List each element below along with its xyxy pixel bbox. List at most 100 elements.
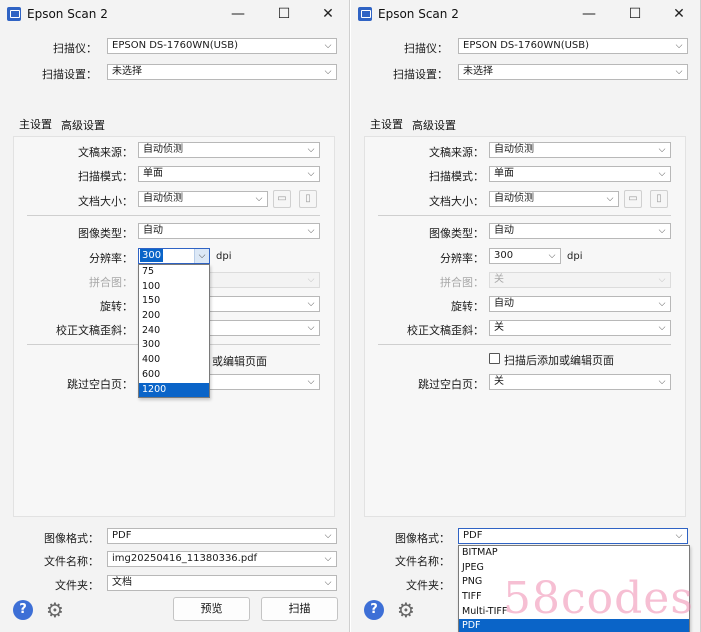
image-format-select[interactable]: PDF ⌵ (458, 528, 688, 544)
section-divider (378, 215, 671, 216)
section-divider (27, 215, 320, 216)
help-icon[interactable]: ? (13, 600, 33, 620)
rotate-label: 旋转： (100, 300, 133, 313)
resolution-option[interactable]: 600 (139, 368, 209, 383)
source-value: 自动侦测 (143, 144, 183, 155)
title-bar[interactable]: Epson Scan 2 — ☐ ✕ (0, 0, 349, 30)
resolution-option[interactable]: 300 (139, 338, 209, 353)
document-size-select[interactable]: 自动侦测 ⌵ (138, 191, 268, 207)
chevron-down-icon: ⌵ (658, 275, 666, 285)
chevron-down-icon: ⌵ (675, 67, 683, 77)
skip-blank-select[interactable]: 关 ⌵ (489, 374, 671, 390)
resolution-option[interactable]: 150 (139, 294, 209, 309)
paper-landscape-icon[interactable]: ▭ (273, 190, 291, 208)
resolution-option[interactable]: 75 (139, 265, 209, 280)
image-format-option[interactable]: BITMAP (459, 546, 689, 561)
image-type-value: 自动 (143, 225, 163, 236)
close-button[interactable]: ✕ (666, 3, 692, 25)
resolution-combobox[interactable]: 300 ⌵ (489, 248, 561, 264)
resolution-option[interactable]: 240 (139, 324, 209, 339)
chevron-down-icon: ⌵ (324, 554, 332, 564)
source-select[interactable]: 自动侦测 ⌵ (489, 142, 671, 158)
document-size-value: 自动侦测 (143, 193, 183, 204)
paper-portrait-icon[interactable]: ▯ (299, 190, 317, 208)
paper-landscape-icon[interactable]: ▭ (624, 190, 642, 208)
scan-settings-value: 未选择 (112, 66, 142, 77)
rotate-select[interactable]: 自动 ⌵ (489, 296, 671, 312)
chevron-down-icon: ⌵ (307, 275, 315, 285)
gear-icon[interactable]: ⚙ (396, 600, 416, 620)
image-type-select[interactable]: 自动 ⌵ (489, 223, 671, 239)
resolution-combobox[interactable]: 300 ⌵ (138, 248, 210, 264)
scan-mode-value: 单面 (494, 168, 514, 179)
resolution-option[interactable]: 100 (139, 280, 209, 295)
dpi-unit: dpi (567, 251, 583, 262)
tab-advanced-settings[interactable]: 高级设置 (412, 117, 456, 133)
deskew-select[interactable]: 关 ⌵ (489, 320, 671, 336)
title-bar[interactable]: Epson Scan 2 — ☐ ✕ (351, 0, 700, 30)
paper-portrait-icon[interactable]: ▯ (650, 190, 668, 208)
image-format-label: 图像格式： (395, 532, 450, 545)
chevron-down-icon[interactable]: ⌵ (194, 249, 209, 263)
scan-button[interactable]: 扫描 (261, 597, 338, 621)
scanner-select[interactable]: EPSON DS-1760WN(USB) ⌵ (107, 38, 337, 54)
add-edit-pages-label[interactable]: 或编辑页面 (212, 353, 267, 369)
help-icon[interactable]: ? (364, 600, 384, 620)
chevron-down-icon: ⌵ (324, 41, 332, 51)
scan-settings-label: 扫描设置： (393, 68, 448, 81)
gear-icon[interactable]: ⚙ (45, 600, 65, 620)
scan-settings-label: 扫描设置： (42, 68, 97, 81)
epson-scan-window-right: Epson Scan 2 — ☐ ✕ 扫描仪： EPSON DS-1760WN(… (351, 0, 701, 632)
resolution-option[interactable]: 200 (139, 309, 209, 324)
maximize-button[interactable]: ☐ (622, 3, 648, 25)
window-title: Epson Scan 2 (27, 7, 108, 21)
close-button[interactable]: ✕ (315, 3, 341, 25)
chevron-down-icon: ⌵ (606, 194, 614, 204)
source-select[interactable]: 自动侦测 ⌵ (138, 142, 320, 158)
scan-mode-select[interactable]: 单面 ⌵ (489, 166, 671, 182)
skip-blank-label: 跳过空白页： (67, 378, 133, 391)
add-edit-pages-label[interactable]: 扫描后添加或编辑页面 (504, 352, 614, 368)
resolution-option[interactable]: 400 (139, 353, 209, 368)
folder-select[interactable]: 文档 ⌵ (107, 575, 337, 591)
rotate-label: 旋转： (451, 300, 484, 313)
image-format-value: PDF (112, 530, 132, 541)
dpi-unit: dpi (216, 251, 232, 262)
file-name-label: 文件名称： (44, 555, 99, 568)
file-name-select[interactable]: img20250416_11380336.pdf ⌵ (107, 551, 337, 567)
chevron-down-icon: ⌵ (324, 578, 332, 588)
maximize-button[interactable]: ☐ (271, 3, 297, 25)
section-divider (378, 344, 671, 345)
image-type-select[interactable]: 自动 ⌵ (138, 223, 320, 239)
deskew-label: 校正文稿歪斜： (407, 324, 484, 337)
scan-mode-select[interactable]: 单面 ⌵ (138, 166, 320, 182)
chevron-down-icon: ⌵ (658, 323, 666, 333)
scan-settings-select[interactable]: 未选择 ⌵ (458, 64, 688, 80)
chevron-down-icon: ⌵ (307, 323, 315, 333)
tab-main-settings[interactable]: 主设置 (19, 116, 52, 132)
deskew-label: 校正文稿歪斜： (56, 324, 133, 337)
minimize-button[interactable]: — (225, 3, 251, 25)
document-size-value: 自动侦测 (494, 193, 534, 204)
scan-mode-label: 扫描模式： (78, 170, 133, 183)
add-edit-pages-checkbox[interactable] (489, 353, 500, 364)
stitch-label: 拼合图： (440, 276, 484, 289)
resolution-dropdown-list: 75 100 150 200 240 300 400 600 1200 (138, 264, 210, 398)
document-size-select[interactable]: 自动侦测 ⌵ (489, 191, 619, 207)
scan-settings-select[interactable]: 未选择 ⌵ (107, 64, 337, 80)
resolution-label: 分辨率： (89, 252, 133, 265)
scanner-select[interactable]: EPSON DS-1760WN(USB) ⌵ (458, 38, 688, 54)
document-size-label: 文档大小： (429, 195, 484, 208)
minimize-button[interactable]: — (576, 3, 602, 25)
tab-main-settings[interactable]: 主设置 (370, 116, 403, 132)
image-format-label: 图像格式： (44, 532, 99, 545)
preview-button[interactable]: 预览 (173, 597, 250, 621)
tab-advanced-settings[interactable]: 高级设置 (61, 117, 105, 133)
stitch-value: 关 (494, 274, 504, 285)
epson-scan-window-left: Epson Scan 2 — ☐ ✕ 扫描仪： EPSON DS-1760WN(… (0, 0, 350, 632)
image-format-select[interactable]: PDF ⌵ (107, 528, 337, 544)
rotate-value: 自动 (494, 298, 514, 309)
stitch-select[interactable]: 关 ⌵ (489, 272, 671, 288)
folder-value: 文档 (112, 577, 132, 588)
resolution-option[interactable]: 1200 (139, 382, 209, 398)
